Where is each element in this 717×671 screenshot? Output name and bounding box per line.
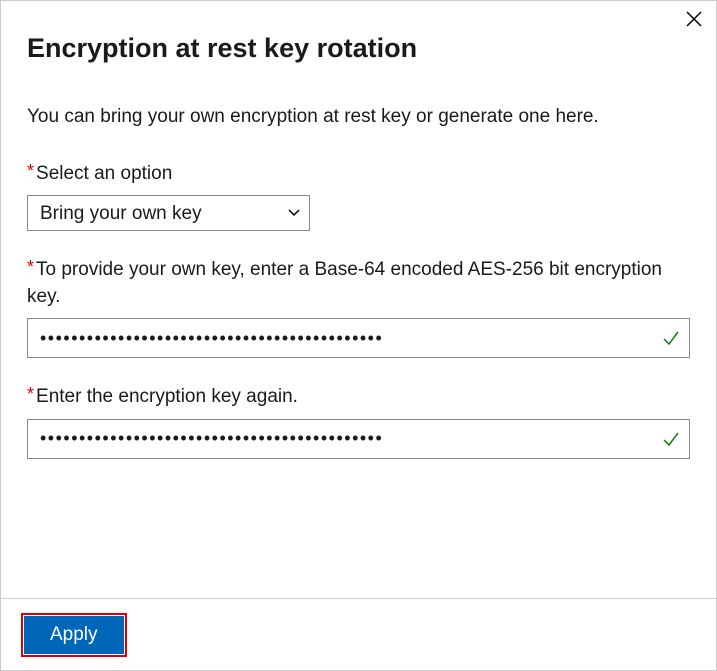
encryption-key-label: *To provide your own key, enter a Base-6… [27, 257, 690, 310]
encryption-key-confirm-field: *Enter the encryption key again. [27, 384, 690, 459]
encryption-key-input[interactable] [27, 318, 690, 358]
apply-button-highlight: Apply [21, 613, 127, 657]
checkmark-icon [662, 430, 680, 448]
dialog-panel: Encryption at rest key rotation You can … [0, 0, 717, 671]
required-star-icon: * [27, 257, 34, 277]
dialog-title: Encryption at rest key rotation [27, 33, 690, 64]
select-option-label: *Select an option [27, 161, 690, 188]
encryption-key-confirm-label: *Enter the encryption key again. [27, 384, 690, 411]
select-option-dropdown[interactable]: Bring your own key [27, 195, 310, 231]
apply-button[interactable]: Apply [24, 616, 124, 654]
encryption-key-confirm-input[interactable] [27, 419, 690, 459]
dialog-footer: Apply [1, 598, 716, 670]
close-icon [686, 11, 702, 27]
select-option-field: *Select an option Bring your own key [27, 161, 690, 232]
dialog-description: You can bring your own encryption at res… [27, 104, 690, 131]
dialog-content: Encryption at rest key rotation You can … [1, 1, 716, 459]
encryption-key-field: *To provide your own key, enter a Base-6… [27, 257, 690, 358]
required-star-icon: * [27, 384, 34, 404]
required-star-icon: * [27, 161, 34, 181]
checkmark-icon [662, 329, 680, 347]
close-button[interactable] [682, 7, 706, 31]
